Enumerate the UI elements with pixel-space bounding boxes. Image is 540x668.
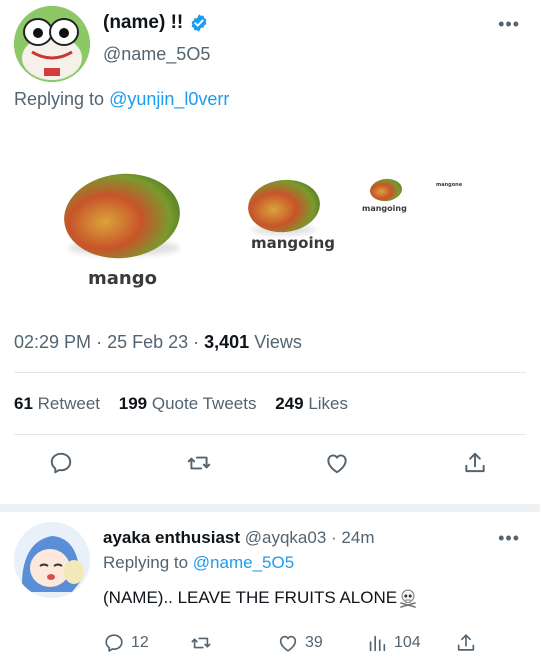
replying-prefix: Replying to [103,553,189,572]
retweets-label: Retweet [37,394,101,413]
replying-to-line: Replying to @yunjin_l0verr [14,89,229,110]
meta-separator: · [331,528,337,547]
reply-like-button[interactable]: 39 [277,630,323,656]
mango-meme-image [64,173,402,259]
tweet-time[interactable]: 02:29 PM [14,332,91,352]
mango-medium-image [248,179,320,233]
tweet-media-image[interactable]: mango mangoing mangoing mangone [0,120,540,320]
like-icon [279,635,297,652]
mango-small-image [370,178,402,202]
like-button[interactable] [324,450,360,486]
views-count: 104 [394,634,421,651]
views-count: 3,401 [204,332,250,352]
replying-handle-link[interactable]: @name_5O5 [193,553,294,572]
like-icon [327,454,347,474]
views-chart-icon [369,635,386,652]
reply-icon [105,634,123,652]
share-icon [457,634,475,651]
quotes-label: Quote Tweets [151,394,257,413]
retweet-icon [191,637,211,649]
replying-handle-link[interactable]: @yunjin_l0verr [109,89,229,109]
reply-replying-to-line: Replying to @name_5O5 [103,553,294,573]
replying-prefix: Replying to [14,89,105,109]
verified-badge-icon [191,14,207,32]
reply-display-name[interactable]: ayaka enthusiast [103,528,240,547]
divider [14,434,526,435]
likes-stat[interactable]: 249 Likes [275,394,348,413]
media-label: mangone [436,182,463,188]
reply-handle[interactable]: @ayqka03 [245,528,327,547]
reply-reply-button[interactable]: 12 [103,630,149,656]
retweets-stat[interactable]: 61 Retweet [14,394,100,413]
meta-separator: · [193,332,205,352]
reply-text-row: (NAME).. LEAVE THE FRUITS ALONE [103,588,418,608]
tweet-date[interactable]: 25 Feb 23 [107,332,188,352]
section-divider [0,504,540,512]
reply-avatar[interactable] [14,522,90,598]
meta-separator: · [96,332,108,352]
reply-button[interactable] [48,450,84,486]
avatar[interactable] [14,6,90,82]
media-label: mango [88,268,157,289]
reply-header: ayaka enthusiast @ayqka03 · 24m [103,528,375,548]
likes-count: 249 [275,394,304,413]
reply-retweet-button[interactable] [190,630,212,656]
more-horizontal-icon[interactable]: ••• [498,14,520,35]
likes-label: Likes [308,394,348,413]
retweet-button[interactable] [186,450,222,486]
display-name-row: (name) !! [103,12,209,34]
display-name[interactable]: (name) !! [103,12,183,34]
handle[interactable]: @name_5O5 [103,44,210,65]
quotes-stat[interactable]: 199 Quote Tweets [119,394,257,413]
media-label: mangoing [251,234,336,252]
frog-avatar-image [14,6,90,82]
tweet-meta-row: 02:29 PM · 25 Feb 23 · 3,401 Views [14,332,302,353]
engagement-stats-row: 61 Retweet 199 Quote Tweets 249 Likes [14,394,348,414]
quotes-count: 199 [118,394,148,413]
more-horizontal-icon[interactable]: ••• [498,528,520,549]
reply-time[interactable]: 24m [341,528,374,547]
reply-count: 12 [131,634,149,651]
reply-views-button[interactable]: 104 [366,630,421,656]
reply-share-button[interactable] [455,630,477,656]
divider [14,372,526,373]
views-label: Views [254,332,302,352]
reply-text: (NAME).. LEAVE THE FRUITS ALONE [103,588,398,607]
share-icon [465,452,485,473]
reply-icon [50,452,72,474]
retweets-count: 61 [14,394,33,413]
share-button[interactable] [462,450,498,486]
retweet-icon [187,456,211,470]
like-count: 39 [305,634,323,651]
media-label: mangoing [362,204,407,213]
anime-avatar-image [14,522,90,598]
skull-and-crossbones-icon [400,589,416,608]
